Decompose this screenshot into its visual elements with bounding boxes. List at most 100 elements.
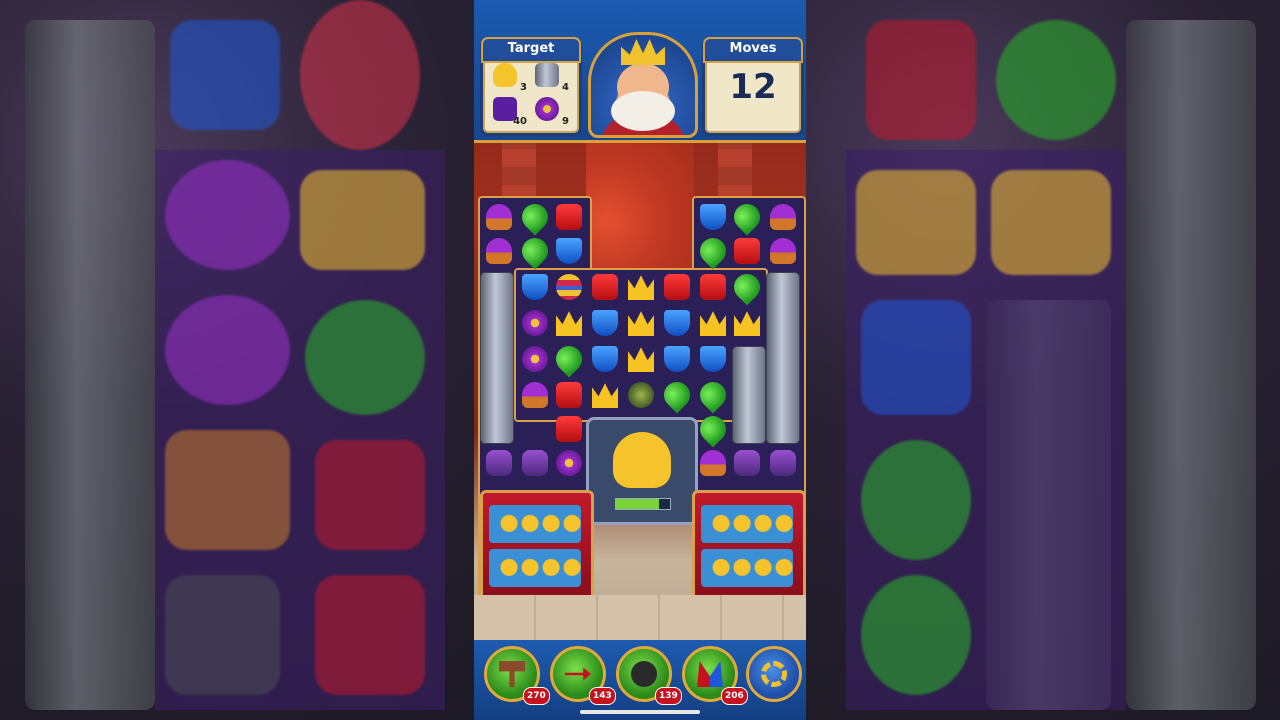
stone-pillar-obstacle: [732, 346, 766, 444]
green-leaf-icon: [550, 340, 588, 378]
goal-flower: 9: [531, 95, 571, 127]
board-tile[interactable]: [766, 446, 800, 480]
king-portrait: [588, 32, 698, 138]
jester-hat-icon: [697, 661, 723, 687]
hammer-icon: [499, 661, 525, 687]
arrow-booster-button[interactable]: 143: [550, 646, 616, 705]
booster-count: 270: [523, 687, 550, 705]
duck-crate-left: [480, 490, 594, 600]
flower-pot-icon: [770, 238, 796, 264]
palace-floor: [474, 595, 806, 645]
green-leaf-icon: [516, 232, 554, 270]
hammer-booster-button[interactable]: 270: [484, 646, 550, 705]
board-tile[interactable]: [696, 342, 730, 376]
golden-duck-collector: [586, 417, 698, 525]
board-tile[interactable]: [518, 446, 552, 480]
board-tile[interactable]: [730, 306, 764, 340]
board-tile[interactable]: [766, 234, 800, 268]
board-tile[interactable]: [482, 234, 516, 268]
board-tile[interactable]: [516, 198, 554, 236]
crown-icon: [621, 39, 665, 65]
game-screen: Target 3 4 40 9 Moves 12 270 143 139 206: [474, 0, 806, 720]
blue-shield-icon: [592, 346, 618, 372]
home-indicator: [580, 710, 700, 714]
board-tile[interactable]: [552, 306, 586, 340]
board-tile[interactable]: [624, 306, 658, 340]
board-tile[interactable]: [660, 306, 694, 340]
board-tile[interactable]: [552, 200, 586, 234]
goal-carpet: 40: [489, 95, 529, 127]
goal-duck: 3: [489, 61, 529, 93]
board-tile[interactable]: [588, 378, 622, 412]
red-gem-icon: [700, 274, 726, 300]
booster-bar: 270 143 139 206: [474, 640, 806, 720]
board-tile[interactable]: [624, 378, 658, 412]
board-tile[interactable]: [518, 306, 552, 340]
settings-button[interactable]: [746, 646, 802, 702]
cannon-booster-button[interactable]: 139: [616, 646, 682, 705]
board-tile[interactable]: [696, 200, 730, 234]
board-tile[interactable]: [730, 234, 764, 268]
board-tile[interactable]: [730, 446, 764, 480]
board-tile[interactable]: [624, 342, 658, 376]
board-tile[interactable]: [518, 342, 552, 376]
board-tile[interactable]: [624, 270, 658, 304]
target-panel: Target 3 4 40 9: [480, 37, 582, 136]
green-leaf-icon: [694, 410, 732, 448]
green-leaf-icon: [694, 376, 732, 414]
board-tile[interactable]: [516, 232, 554, 270]
striped-egg-powerup-icon: [556, 274, 582, 300]
duck-progress-bar: [615, 498, 671, 510]
blue-shield-icon: [700, 346, 726, 372]
booster-count: 206: [721, 687, 748, 705]
board-tile[interactable]: [518, 378, 552, 412]
board-tile[interactable]: [552, 270, 586, 304]
board-tile[interactable]: [588, 306, 622, 340]
gold-crown-icon: [628, 347, 654, 372]
board-tile[interactable]: [694, 410, 732, 448]
board-tile[interactable]: [482, 200, 516, 234]
board-tile[interactable]: [552, 446, 586, 480]
golden-duck-icon: [613, 432, 671, 488]
wall-left: [502, 143, 536, 203]
goal-count: 40: [513, 116, 527, 127]
jester-hat-booster-button[interactable]: 206: [682, 646, 748, 705]
red-gem-icon: [734, 238, 760, 264]
board-tile[interactable]: [728, 198, 766, 236]
board-tile[interactable]: [550, 340, 588, 378]
moves-counter: 12: [729, 67, 777, 107]
gold-crown-icon: [628, 311, 654, 336]
board-tile[interactable]: [588, 270, 622, 304]
board-tile[interactable]: [694, 232, 732, 270]
board-tile[interactable]: [696, 446, 730, 480]
board-tile[interactable]: [658, 376, 696, 414]
top-bar: Target 3 4 40 9 Moves 12: [474, 0, 806, 143]
board-tile[interactable]: [728, 268, 766, 306]
board-tile[interactable]: [552, 378, 586, 412]
blue-shield-icon: [700, 204, 726, 230]
duck-row-icon: [499, 509, 583, 533]
green-leaf-icon: [658, 376, 696, 414]
flower-pot-icon: [522, 382, 548, 408]
board-tile[interactable]: [588, 342, 622, 376]
board-tile[interactable]: [552, 412, 586, 446]
gear-icon: [761, 661, 787, 687]
flower-pot-icon: [770, 204, 796, 230]
board-tile[interactable]: [660, 342, 694, 376]
board-tile[interactable]: [696, 306, 730, 340]
red-gem-icon: [556, 382, 582, 408]
booster-count: 143: [589, 687, 616, 705]
stone-pillar-obstacle: [480, 272, 514, 444]
board-tile[interactable]: [694, 376, 732, 414]
board-tile[interactable]: [482, 446, 516, 480]
blue-shield-icon: [556, 238, 582, 264]
board-tile[interactable]: [766, 200, 800, 234]
board-tile[interactable]: [660, 270, 694, 304]
blue-shield-icon: [664, 346, 690, 372]
green-leaf-icon: [728, 198, 766, 236]
booster-count: 139: [655, 687, 682, 705]
gold-crown-icon: [700, 311, 726, 336]
board-tile[interactable]: [518, 270, 552, 304]
board-tile[interactable]: [696, 270, 730, 304]
board-tile[interactable]: [552, 234, 586, 268]
